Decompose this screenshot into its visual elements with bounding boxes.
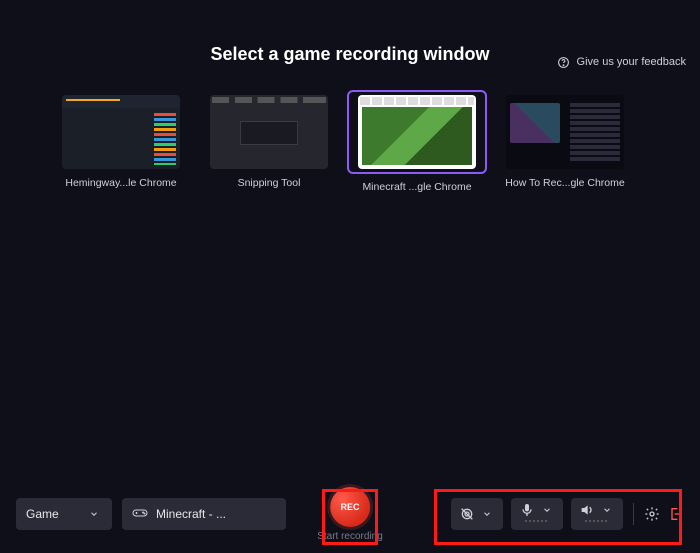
window-caption: Minecraft ...gle Chrome — [352, 181, 482, 193]
feedback-text: Give us your feedback — [577, 56, 686, 68]
window-tile[interactable]: Hemingway...le Chrome — [56, 95, 186, 193]
window-thumbnail — [210, 95, 328, 169]
webcam-toggle[interactable] — [451, 498, 503, 530]
window-grid: Hemingway...le Chrome Snipping Tool Mine… — [0, 95, 700, 193]
feedback-link[interactable]: Give us your feedback — [556, 54, 686, 70]
settings-button[interactable] — [644, 506, 660, 522]
chevron-down-icon[interactable] — [479, 506, 495, 522]
chevron-down-icon[interactable] — [539, 502, 555, 518]
window-caption: Hemingway...le Chrome — [56, 177, 186, 189]
separator — [633, 503, 634, 525]
microphone-icon — [519, 502, 535, 518]
window-tile[interactable]: Snipping Tool — [204, 95, 334, 193]
chevron-down-icon[interactable] — [599, 502, 615, 518]
webcam-off-icon — [459, 506, 475, 522]
window-tile[interactable]: Minecraft ...gle Chrome — [352, 95, 482, 193]
window-caption: Snipping Tool — [204, 177, 334, 189]
window-caption: How To Rec...gle Chrome — [500, 177, 630, 189]
record-button[interactable]: REC — [330, 487, 370, 527]
system-audio-toggle[interactable] — [571, 498, 623, 530]
mode-label: Game — [26, 507, 59, 521]
exit-button[interactable] — [668, 506, 684, 522]
window-dropdown[interactable]: Minecraft - ... — [122, 498, 286, 530]
level-dots — [525, 520, 549, 522]
record-label: Start recording — [317, 531, 383, 542]
window-thumbnail — [62, 95, 180, 169]
mode-dropdown[interactable]: Game — [16, 498, 112, 530]
chevron-down-icon — [86, 506, 102, 522]
window-thumbnail — [358, 95, 476, 169]
rec-text: REC — [340, 502, 359, 512]
window-dropdown-label: Minecraft - ... — [156, 507, 226, 521]
microphone-toggle[interactable] — [511, 498, 563, 530]
window-tile[interactable]: How To Rec...gle Chrome — [500, 95, 630, 193]
help-icon — [556, 54, 572, 70]
level-dots — [585, 520, 609, 522]
speaker-icon — [579, 502, 595, 518]
bottom-bar: Game Minecraft - ... REC Start recording — [16, 491, 684, 537]
right-controls — [451, 498, 684, 530]
window-thumbnail — [506, 95, 624, 169]
